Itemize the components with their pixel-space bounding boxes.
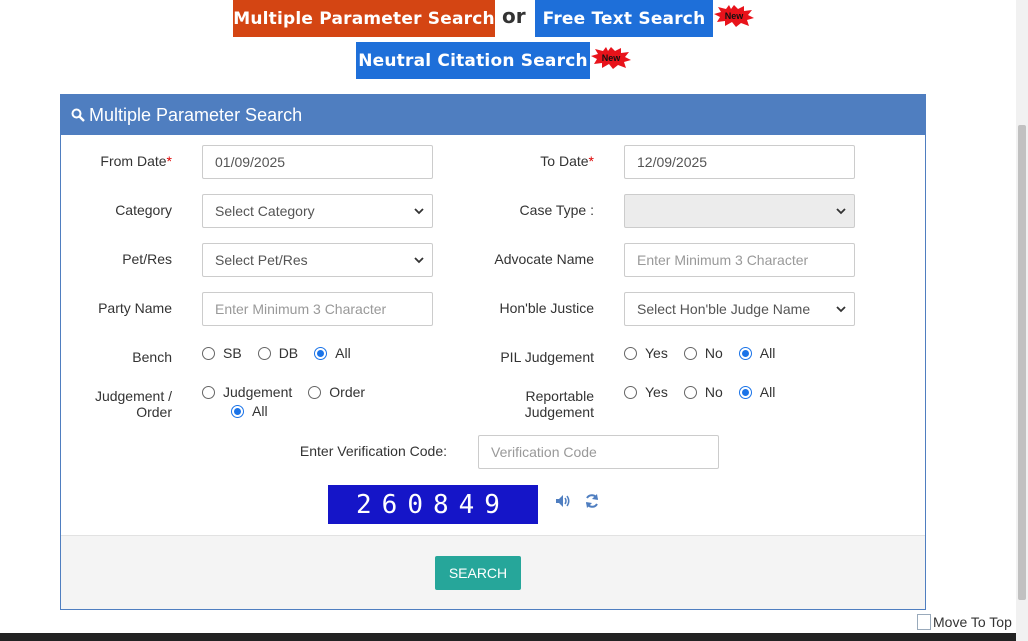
bench-label: Bench [132,349,172,365]
new-badge-icon: New [591,47,631,69]
refresh-icon[interactable] [584,493,600,509]
panel-footer: SEARCH [61,535,925,609]
party-name-input[interactable]: Enter Minimum 3 Character [202,292,433,326]
pil-radio-yes[interactable] [624,346,637,360]
panel-title: Multiple Parameter Search [89,104,303,125]
reportable-judgement-label: Reportable Judgement [524,388,594,420]
pil-radio-no[interactable] [683,346,697,360]
new-badge-icon: New [714,5,754,27]
search-button[interactable]: SEARCH [435,556,521,590]
chevron-down-icon [836,208,846,215]
bench-radio-sb[interactable] [202,346,215,360]
category-label: Category [115,202,172,218]
scrollbar-thumb[interactable] [1018,125,1026,600]
search-icon [71,108,85,122]
to-date-label: To Date* [540,153,594,169]
from-date-input[interactable]: 01/09/2025 [202,145,433,179]
pil-judgement-label: PIL Judgement [500,349,594,365]
rep-radio-all[interactable] [738,385,752,399]
new-badge-text: New [724,11,744,21]
pil-radio-all[interactable] [738,346,752,360]
bottom-bar [0,633,1016,641]
to-date-input[interactable]: 12/09/2025 [624,145,855,179]
bench-radio-db[interactable] [257,346,271,360]
judgement-order-label: Judgement / Order [94,388,172,420]
bench-radio-group: SB DB All [202,345,367,361]
pet-res-label: Pet/Res [122,251,172,267]
chevron-down-icon [414,257,424,264]
honble-justice-select[interactable]: Select Hon'ble Judge Name [624,292,855,326]
chevron-down-icon [414,208,424,215]
case-type-select[interactable] [624,194,855,228]
jo-radio-order[interactable] [308,385,322,399]
neutral-citation-search-button[interactable]: Neutral Citation Search [356,42,590,79]
jo-radio-judgement[interactable] [202,385,215,399]
judgement-order-radio-group: Judgement Order [202,384,381,400]
panel-header: Multiple Parameter Search [61,95,925,135]
advocate-name-input[interactable]: Enter Minimum 3 Character [624,243,855,277]
party-name-label: Party Name [98,300,172,316]
free-text-search-button[interactable]: Free Text Search [535,0,713,37]
reportable-radio-group: Yes No All [624,384,791,400]
broken-image-icon [917,614,931,630]
pil-radio-group: Yes No All [624,345,791,361]
move-to-top-link[interactable]: Move To Top [917,614,1012,630]
rep-radio-no[interactable] [683,385,697,399]
jo-radio-all[interactable] [231,404,244,418]
new-badge-text: New [601,53,621,63]
from-date-label: From Date* [100,153,172,169]
verification-code-input[interactable]: Verification Code [478,435,719,469]
captcha-image: 260849 [328,485,538,524]
search-panel: Multiple Parameter Search From Date* 01/… [60,94,926,610]
advocate-name-label: Advocate Name [494,251,594,267]
multiple-parameter-search-button[interactable]: Multiple Parameter Search [233,0,495,37]
bench-radio-all[interactable] [314,346,328,360]
rep-radio-yes[interactable] [624,385,637,399]
judgement-order-radio-group-2: All [231,403,284,419]
honble-justice-label: Hon'ble Justice [499,300,595,316]
verification-label: Enter Verification Code: [299,443,447,459]
case-type-label: Case Type : [519,202,594,218]
chevron-down-icon [836,306,846,313]
pet-res-select[interactable]: Select Pet/Res [202,243,433,277]
or-text: or [502,4,526,28]
audio-icon[interactable] [555,494,571,508]
category-select[interactable]: Select Category [202,194,433,228]
move-to-top-text: Move To Top [933,614,1012,630]
